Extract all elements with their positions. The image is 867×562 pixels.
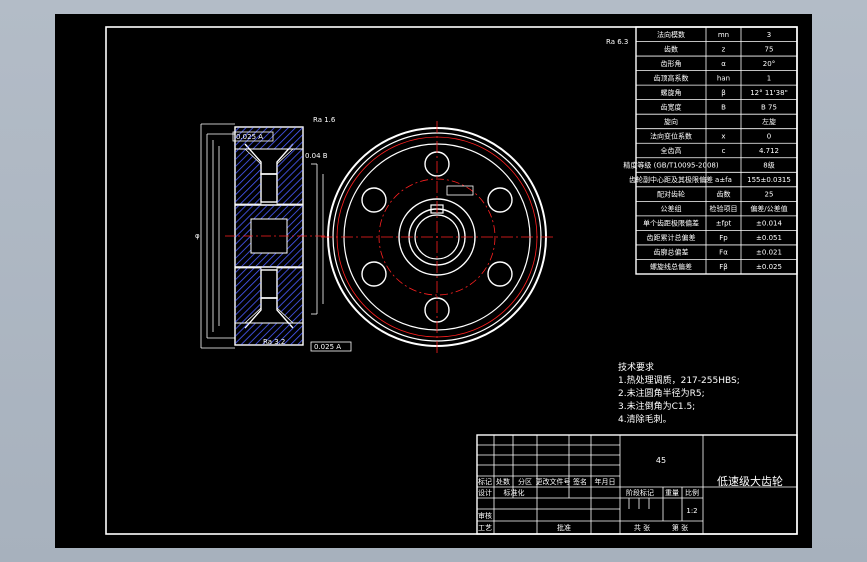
table-param-value: 左旋 (762, 117, 776, 126)
table-param-value: 155±0.0315 (747, 176, 791, 184)
roughness-bore-label: Ra 3.2 (263, 338, 285, 346)
table-param-value: B 75 (761, 103, 777, 111)
title-block-label: 重量 (665, 489, 679, 497)
title-block-label: 年月日 (595, 477, 616, 486)
table-param-name: 全齿高 (661, 146, 682, 155)
tol-hub-label: 0.04 B (305, 152, 328, 160)
table-param-value: ±0.025 (756, 263, 782, 271)
title-block-label: 分区 (518, 477, 532, 486)
table-param-value: 1 (767, 74, 771, 82)
gear-parameter-table: 法向模数 mn 3 齿数 z 75 齿形角 α 20° 齿顶高系数 han 1 螺旋角 β 12° 11'3… (606, 26, 798, 275)
scale-value: 1:2 (686, 507, 697, 515)
table-param-name: 齿顶高系数 (654, 73, 689, 82)
table-param-name: 旋向 (664, 117, 678, 126)
table-param-symbol: 检验项目 (710, 204, 738, 213)
table-param-value: 0 (767, 132, 771, 140)
part-name: 低速级大齿轮 (717, 474, 783, 488)
table-param-value: 25 (765, 191, 774, 199)
table-param-name: 齿形角 (661, 59, 682, 68)
title-block-label: 设计 (478, 488, 492, 497)
table-param-value: 偏差/公差值 (750, 204, 787, 213)
tech-req-item: 3.未注倒角为C1.5; (618, 400, 695, 412)
title-block-label: 标准化 (504, 488, 525, 497)
table-param-name: 齿宽度 (661, 102, 682, 111)
table-param-name: 螺旋角 (661, 88, 682, 97)
title-block-label: 比例 (685, 488, 699, 497)
table-param-symbol: Fp (719, 234, 728, 242)
title-block-label: 审核 (478, 511, 492, 520)
table-param-name: 齿数 (664, 44, 678, 53)
title-block-label: 签名 (573, 477, 587, 486)
front-view (321, 121, 553, 353)
table-param-name: 公差组 (661, 204, 682, 213)
title-block: 45 低速级大齿轮 1:2 标记 处数 分区 更改文件号 签名 年月日设计 标准化 阶段标记 重… (476, 434, 798, 535)
table-param-symbol: Fβ (719, 263, 728, 271)
roughness-face-label: Ra 1.6 (313, 116, 336, 124)
table-param-name: 齿距累计总偏差 (647, 233, 696, 242)
title-block-label: 工艺 (478, 524, 492, 532)
table-param-symbol: ±fpt (716, 220, 732, 228)
table-roughness-label: Ra 6.3 (606, 38, 628, 46)
title-block-label: 标记 (478, 477, 492, 486)
tol-top-label: 0.025 A (236, 133, 263, 141)
table-param-symbol: α (721, 60, 726, 68)
gear-drawing: 0.025 A 0.025 A Ra 1.6 0.04 B Ra 3.2 φ 法… (105, 26, 798, 535)
table-param-value: 4.712 (759, 147, 779, 155)
table-param-value: 8级 (763, 161, 774, 170)
table-param-name: 齿轮副中心距及其极限偏差 (629, 175, 713, 184)
table-param-name: 法向模数 (657, 30, 685, 39)
title-block-label: 批准 (557, 523, 571, 532)
table-param-symbol: x (721, 132, 725, 140)
table-param-name: 配对齿轮 (657, 190, 685, 199)
table-param-symbol: z (722, 45, 726, 53)
table-param-value: ±0.021 (756, 249, 782, 257)
table-param-name: 齿廓总偏差 (654, 248, 689, 257)
title-block-label: 第 张 (672, 523, 688, 532)
table-param-name: 螺旋线总偏差 (650, 262, 692, 271)
table-param-symbol: B (721, 103, 726, 111)
table-param-value: 75 (765, 45, 774, 53)
title-block-label: 处数 (496, 477, 510, 486)
table-param-value: ±0.051 (756, 234, 782, 242)
table-param-symbol: a±fa (715, 176, 732, 184)
table-param-symbol: han (717, 74, 730, 82)
table-param-symbol: mn (718, 31, 729, 39)
tech-req-title: 技术要求 (618, 361, 654, 373)
table-param-name: 法向变位系数 (650, 131, 692, 140)
table-param-name: 精度等级 (GB/T10095-2008) (623, 161, 718, 170)
title-block-label: 共 张 (634, 523, 650, 532)
table-param-value: 20° (763, 60, 775, 68)
title-block-label: 更改文件号 (536, 477, 571, 486)
tech-req-item: 4.清除毛刺。 (618, 413, 672, 425)
cad-viewport[interactable]: 0.025 A 0.025 A Ra 1.6 0.04 B Ra 3.2 φ 法… (55, 14, 812, 548)
tol-bottom-label: 0.025 A (314, 343, 341, 351)
drawing-border (105, 26, 798, 535)
tech-req-item: 2.未注圆角半径为R5; (618, 387, 705, 399)
table-param-value: ±0.014 (756, 220, 782, 228)
technical-requirements: 技术要求 1.热处理调质，217-255HBS; 2.未注圆角半径为R5; 3.… (618, 361, 740, 425)
table-param-symbol: 齿数 (717, 190, 731, 199)
table-param-name: 单个齿距极限偏差 (643, 219, 699, 228)
table-param-value: 3 (767, 31, 771, 39)
table-param-symbol: c (722, 147, 726, 155)
material-label: 45 (656, 456, 666, 465)
table-param-symbol: Fα (719, 249, 728, 257)
title-block-label: 阶段标记 (626, 488, 654, 497)
table-param-value: 12° 11'38" (750, 89, 788, 97)
diameter-label: φ (195, 232, 200, 240)
table-param-symbol: β (721, 89, 725, 97)
tech-req-item: 1.热处理调质，217-255HBS; (618, 374, 740, 386)
